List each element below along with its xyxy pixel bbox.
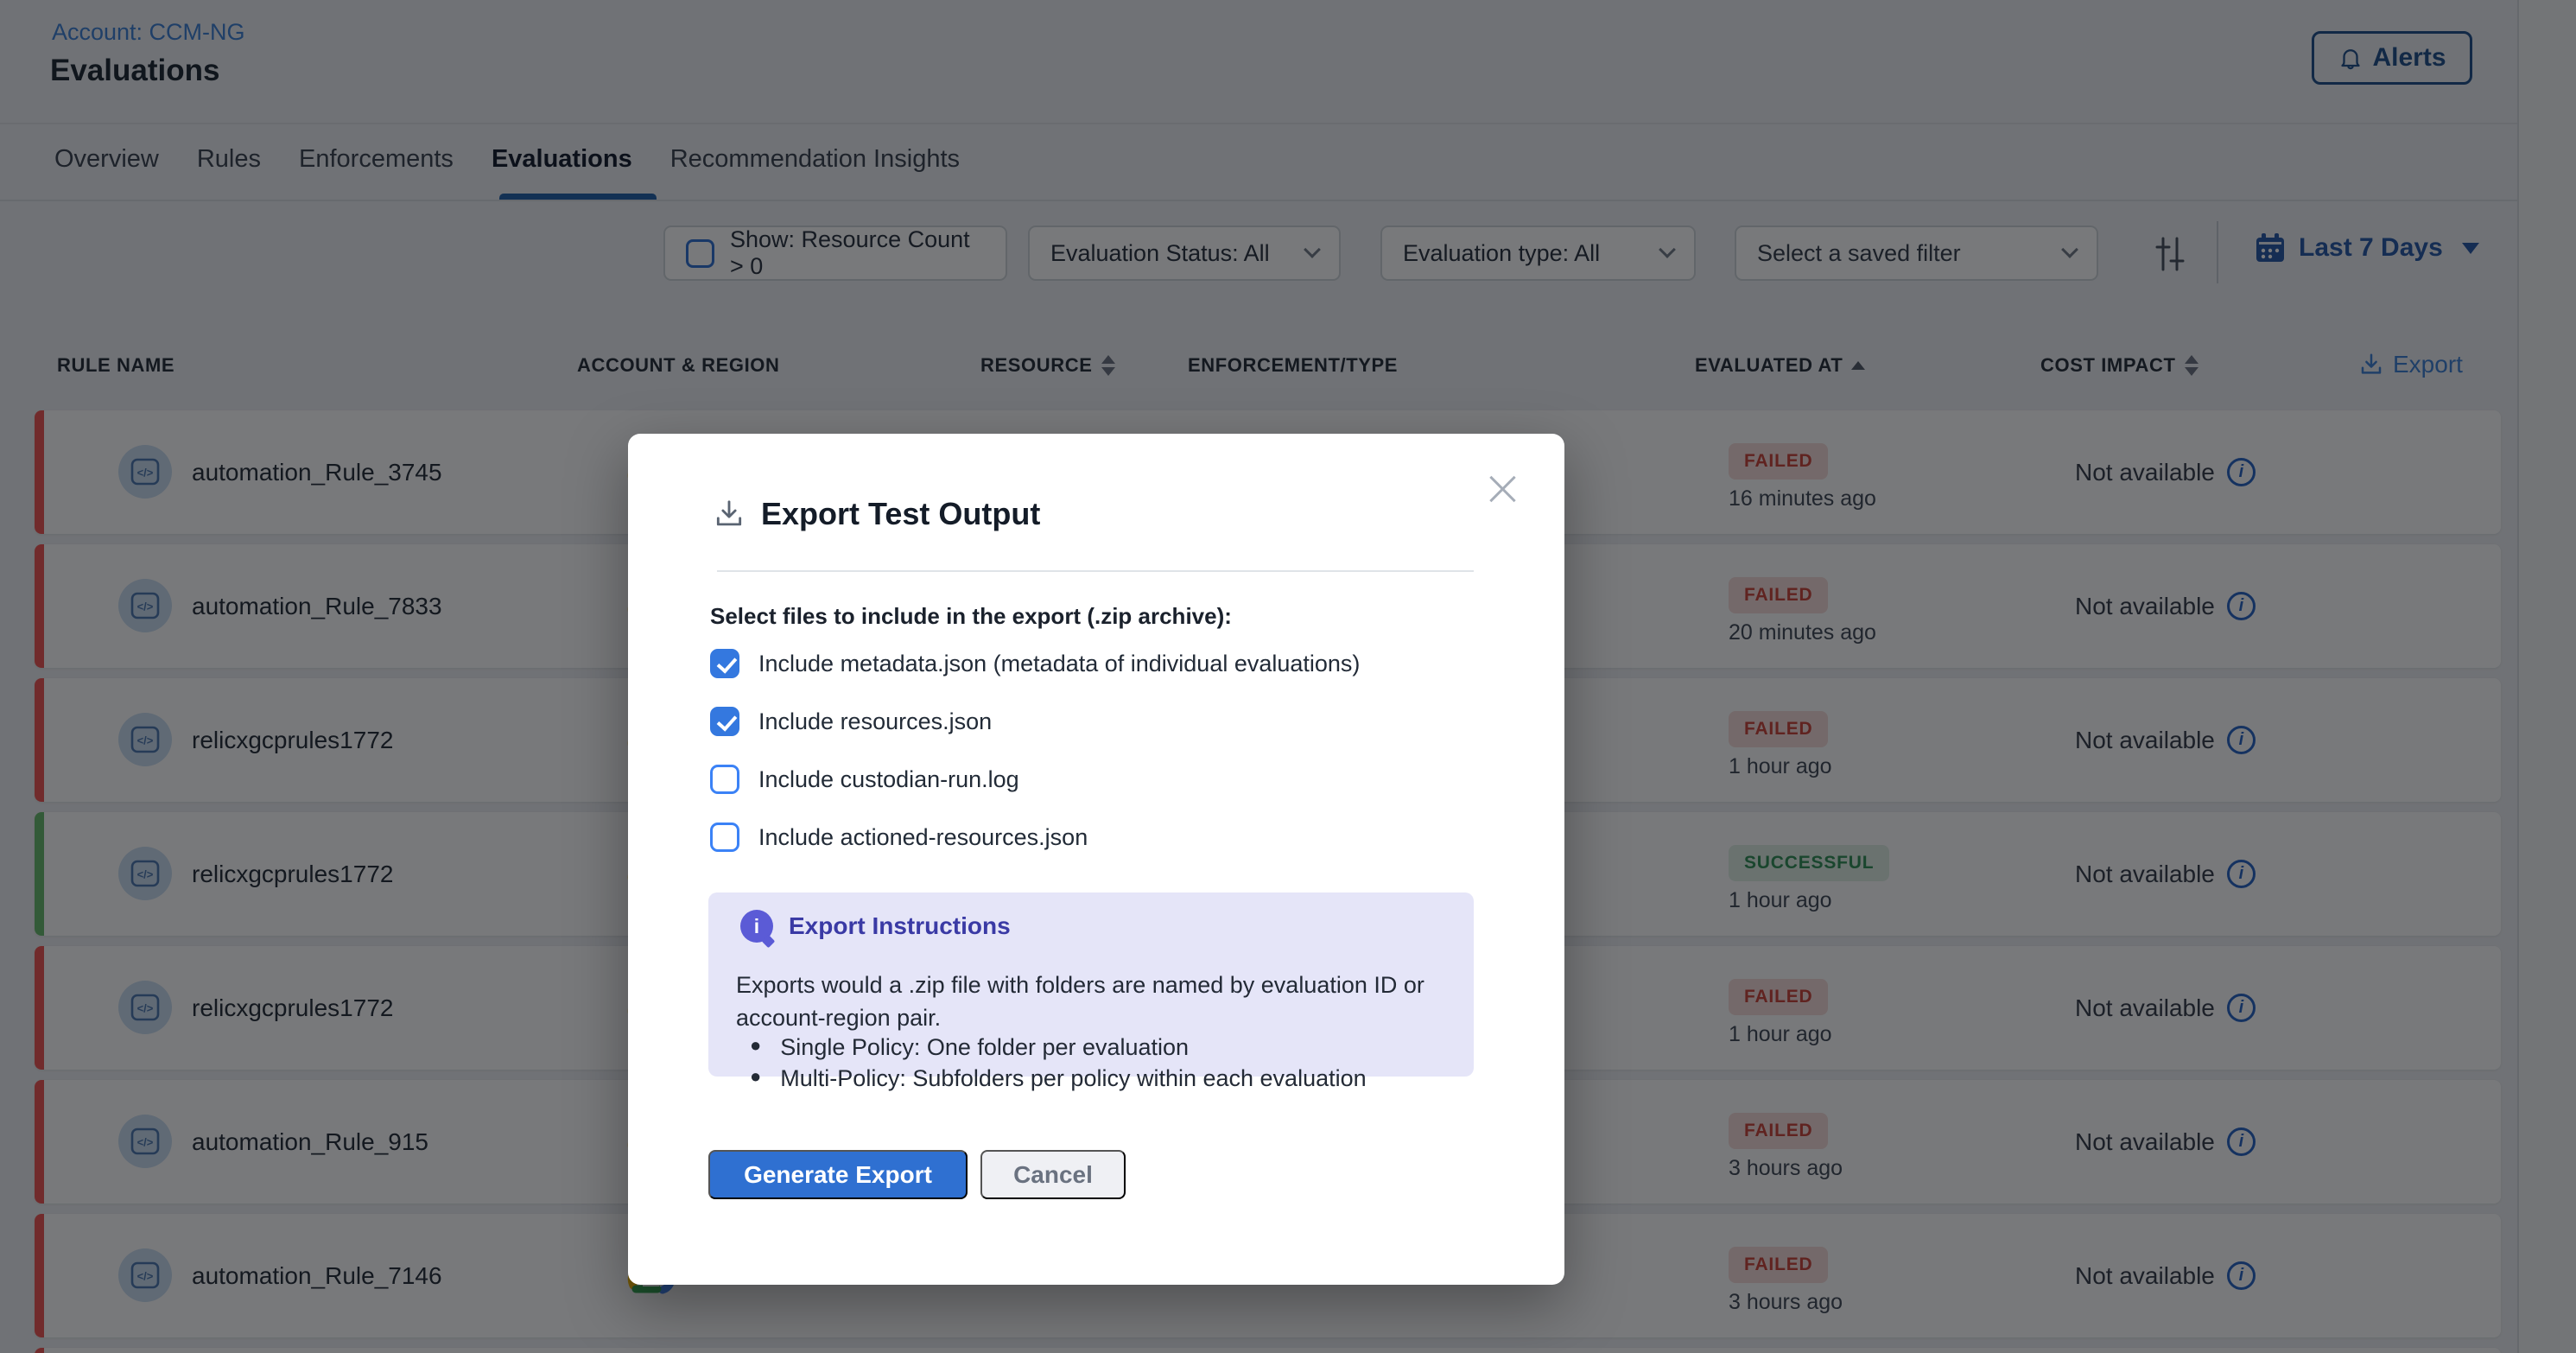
checkbox-label: Include resources.json [758, 708, 992, 735]
checkbox-label: Include custodian-run.log [758, 766, 1019, 793]
modal-divider [717, 570, 1474, 572]
download-icon [713, 498, 746, 530]
info-bullet: ● Multi-Policy: Subfolders per policy wit… [750, 1065, 1367, 1092]
info-heading: Export Instructions [789, 912, 1011, 940]
info-bullet: ● Single Policy: One folder per evaluatio… [750, 1034, 1189, 1061]
checkbox-label: Include actioned-resources.json [758, 824, 1088, 851]
checkbox-label: Include metadata.json (metadata of indiv… [758, 651, 1360, 677]
info-paragraph: Exports would a .zip file with folders a… [736, 969, 1436, 1034]
bullet-dot: ● [750, 1065, 761, 1092]
info-icon: i [740, 910, 773, 943]
info-heading-row: i Export Instructions [740, 910, 1011, 943]
checkbox[interactable] [710, 707, 739, 736]
export-file-checkbox-row[interactable]: Include custodian-run.log [710, 765, 1019, 794]
bullet-text: Single Policy: One folder per evaluation [780, 1034, 1189, 1061]
checkbox[interactable] [710, 649, 739, 678]
checkbox[interactable] [710, 765, 739, 794]
close-icon[interactable] [1483, 470, 1521, 508]
select-files-label: Select files to include in the export (.… [710, 603, 1232, 630]
export-file-checkbox-row[interactable]: Include resources.json [710, 707, 992, 736]
bullet-dot: ● [750, 1034, 761, 1061]
modal-title: Export Test Output [761, 496, 1040, 532]
export-modal: Export Test Output Select files to inclu… [628, 434, 1564, 1285]
checkbox[interactable] [710, 823, 739, 852]
export-file-checkbox-row[interactable]: Include actioned-resources.json [710, 823, 1088, 852]
modal-title-row: Export Test Output [713, 496, 1040, 532]
export-file-checkbox-row[interactable]: Include metadata.json (metadata of indiv… [710, 649, 1360, 678]
bullet-text: Multi-Policy: Subfolders per policy with… [780, 1065, 1366, 1092]
export-instructions-box: i Export Instructions Exports would a .z… [708, 892, 1474, 1077]
cancel-button[interactable]: Cancel [980, 1150, 1126, 1199]
generate-export-button[interactable]: Generate Export [708, 1150, 968, 1199]
